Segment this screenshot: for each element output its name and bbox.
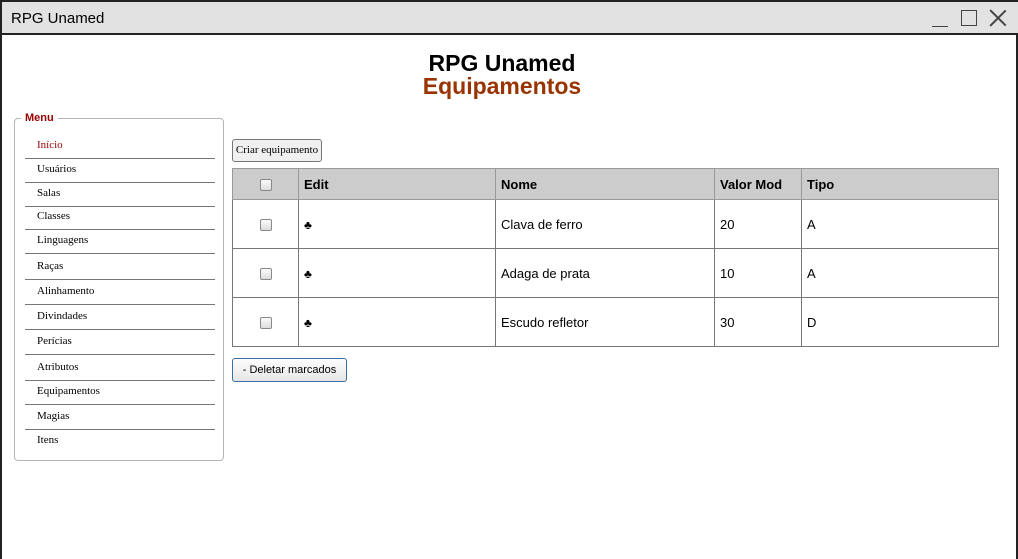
table-row: ♣ Adaga de prata 10 A xyxy=(232,248,999,298)
sidebar-item-inicio[interactable]: Início xyxy=(25,135,215,159)
table-row: ♣ Escudo refletor 30 D xyxy=(232,297,999,347)
sidebar-item-usuarios[interactable]: Usuários xyxy=(25,159,215,183)
row-select-cell xyxy=(232,248,299,298)
sidebar-menu: Menu Início Usuários Salas Classes Lingu… xyxy=(14,112,224,461)
sidebar-item-alinhamento[interactable]: Alinhamento xyxy=(25,281,215,305)
select-all-cell xyxy=(232,168,299,200)
edit-cell: ♣ xyxy=(298,248,496,298)
sidebar-item-label: Linguagens xyxy=(37,234,89,246)
edit-icon[interactable]: ♣ xyxy=(304,218,312,232)
tipo-cell: D xyxy=(801,297,999,347)
table-header-row: Edit Nome Valor Mod Tipo xyxy=(232,168,999,200)
edit-cell: ♣ xyxy=(298,199,496,249)
column-header-edit[interactable]: Edit xyxy=(298,168,496,200)
window-controls xyxy=(930,6,1008,30)
nome-cell: Adaga de prata xyxy=(495,248,715,298)
sidebar-item-label: Usuários xyxy=(37,163,77,175)
menu-legend: Menu xyxy=(21,112,58,124)
row-select-cell xyxy=(232,199,299,249)
page-header: RPG Unamed Equipamentos xyxy=(0,52,1004,98)
sidebar-item-label: Salas xyxy=(37,187,61,199)
tipo-cell: A xyxy=(801,248,999,298)
sidebar-item-magias[interactable]: Magias xyxy=(25,406,215,430)
row-select-cell xyxy=(232,297,299,347)
edit-icon[interactable]: ♣ xyxy=(304,316,312,330)
nome-cell: Clava de ferro xyxy=(495,199,715,249)
equipment-table: Edit Nome Valor Mod Tipo ♣ Clava de ferr… xyxy=(232,168,999,347)
sidebar-item-linguagens[interactable]: Linguagens xyxy=(25,230,215,254)
column-header-valor-mod[interactable]: Valor Mod xyxy=(714,168,802,200)
valor-mod-cell: 20 xyxy=(714,199,802,249)
column-header-nome[interactable]: Nome xyxy=(495,168,715,200)
sidebar-item-salas[interactable]: Salas xyxy=(25,183,215,207)
close-icon[interactable] xyxy=(988,8,1008,28)
sidebar-item-label: Atributos xyxy=(37,361,79,373)
valor-mod-cell: 30 xyxy=(714,297,802,347)
select-all-checkbox[interactable] xyxy=(259,179,272,192)
sidebar-item-divindades[interactable]: Divindades xyxy=(25,306,215,330)
sidebar-item-label: Perícias xyxy=(37,335,72,347)
sidebar-item-equipamentos[interactable]: Equipamentos xyxy=(25,381,215,405)
delete-selected-button[interactable]: - Deletar marcados xyxy=(232,358,347,382)
column-header-tipo[interactable]: Tipo xyxy=(801,168,999,200)
sidebar-item-racas[interactable]: Raças xyxy=(25,256,215,280)
sidebar-item-label: Equipamentos xyxy=(37,385,100,397)
sidebar-item-atributos[interactable]: Atributos xyxy=(25,357,215,381)
sidebar-item-label: Início xyxy=(37,139,63,151)
minimize-icon[interactable] xyxy=(930,8,950,28)
sidebar-item-label: Classes xyxy=(37,210,70,222)
sidebar-item-label: Itens xyxy=(37,434,59,446)
table-row: ♣ Clava de ferro 20 A xyxy=(232,199,999,249)
title-bar: RPG Unamed xyxy=(2,2,1018,35)
valor-mod-cell: 10 xyxy=(714,248,802,298)
sidebar-item-label: Raças xyxy=(37,260,64,272)
create-equipment-button[interactable]: Criar equipamento xyxy=(232,139,322,162)
edit-icon[interactable]: ♣ xyxy=(304,267,312,281)
row-checkbox[interactable] xyxy=(259,317,272,330)
window-title: RPG Unamed xyxy=(11,10,105,27)
tipo-cell: A xyxy=(801,199,999,249)
sidebar-item-classes[interactable]: Classes xyxy=(25,206,215,230)
sidebar-item-label: Divindades xyxy=(37,310,88,322)
sidebar-item-label: Alinhamento xyxy=(37,285,95,297)
nome-cell: Escudo refletor xyxy=(495,297,715,347)
page-title: RPG Unamed xyxy=(428,50,576,76)
edit-cell: ♣ xyxy=(298,297,496,347)
sidebar-item-itens[interactable]: Itens xyxy=(25,430,215,454)
row-checkbox[interactable] xyxy=(259,268,272,281)
page-subtitle: Equipamentos xyxy=(422,73,582,99)
maximize-icon[interactable] xyxy=(959,8,979,28)
sidebar-item-pericias[interactable]: Perícias xyxy=(25,331,215,355)
row-checkbox[interactable] xyxy=(259,219,272,232)
sidebar-item-label: Magias xyxy=(37,410,70,422)
